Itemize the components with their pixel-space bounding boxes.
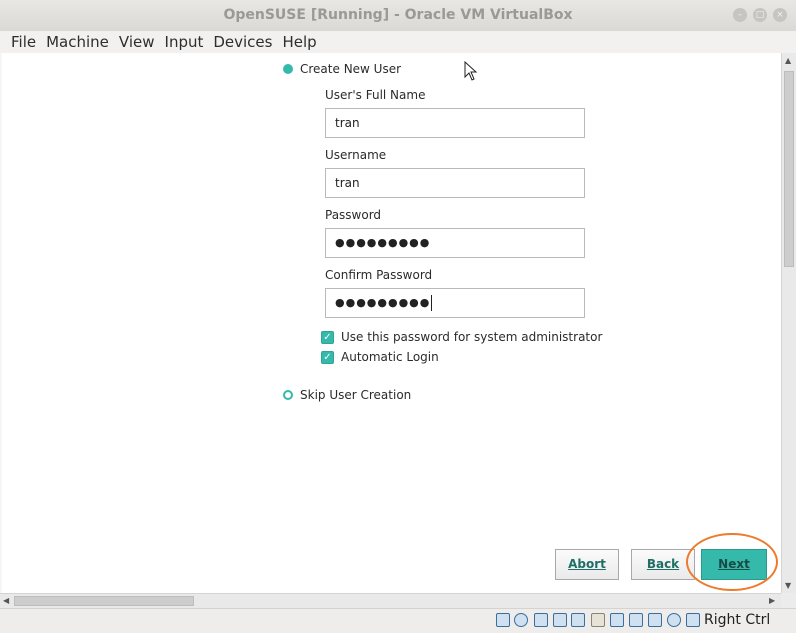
abort-button[interactable]: Abort xyxy=(555,549,619,580)
scroll-up-icon[interactable]: ▲ xyxy=(785,56,791,65)
display-icon[interactable] xyxy=(610,613,624,627)
maximize-icon[interactable]: □ xyxy=(753,8,767,22)
status-bar: Right Ctrl xyxy=(0,608,796,633)
menu-help[interactable]: Help xyxy=(277,31,321,53)
automatic-login-checkbox[interactable]: ✓ xyxy=(321,351,334,364)
cpu-icon[interactable] xyxy=(648,613,662,627)
vertical-scrollbar[interactable]: ▲ ▼ xyxy=(781,53,796,593)
mouse-integration-icon[interactable] xyxy=(667,613,681,627)
confirm-password-value: ●●●●●●●●● xyxy=(335,296,431,309)
network-icon[interactable] xyxy=(553,613,567,627)
optical-drive-icon[interactable] xyxy=(514,613,528,627)
create-user-radio[interactable] xyxy=(283,64,293,74)
back-button[interactable]: Back xyxy=(631,549,695,580)
video-capture-icon[interactable] xyxy=(629,613,643,627)
create-user-label: Create New User xyxy=(300,62,402,76)
text-caret xyxy=(431,295,433,311)
next-button[interactable]: Next xyxy=(701,549,767,580)
confirm-password-label: Confirm Password xyxy=(325,268,433,282)
minimize-icon[interactable]: – xyxy=(733,8,747,22)
window-titlebar: OpenSUSE [Running] - Oracle VM VirtualBo… xyxy=(0,0,796,32)
menu-view[interactable]: View xyxy=(114,31,160,53)
username-label: Username xyxy=(325,148,387,162)
menu-devices[interactable]: Devices xyxy=(208,31,277,53)
admin-password-label: Use this password for system administrat… xyxy=(341,330,603,344)
window-left-edge xyxy=(0,53,2,593)
shared-folders-icon[interactable] xyxy=(591,613,605,627)
scroll-right-icon[interactable]: ▶ xyxy=(769,596,775,605)
skip-user-label: Skip User Creation xyxy=(300,388,412,402)
audio-icon[interactable] xyxy=(534,613,548,627)
confirm-password-input[interactable]: ●●●●●●●●● xyxy=(325,288,585,318)
horizontal-scrollbar[interactable]: ◀ ▶ xyxy=(0,593,781,608)
password-label: Password xyxy=(325,208,382,222)
vertical-scroll-thumb[interactable] xyxy=(784,71,794,267)
full-name-label: User's Full Name xyxy=(325,88,426,102)
menu-machine[interactable]: Machine xyxy=(41,31,114,53)
skip-user-radio[interactable] xyxy=(283,390,293,400)
host-key-label: Right Ctrl xyxy=(704,612,771,628)
menu-bar: File Machine View Input Devices Help xyxy=(0,31,796,54)
usb-icon[interactable] xyxy=(571,613,585,627)
close-icon[interactable]: × xyxy=(773,8,787,22)
password-input[interactable]: ●●●●●●●●● xyxy=(325,228,585,258)
keyboard-capture-icon[interactable] xyxy=(686,613,700,627)
horizontal-scroll-thumb[interactable] xyxy=(14,596,194,606)
menu-file[interactable]: File xyxy=(0,31,41,53)
mouse-cursor-icon xyxy=(464,61,478,81)
scroll-down-icon[interactable]: ▼ xyxy=(785,581,791,590)
username-input[interactable]: tran xyxy=(325,168,585,198)
admin-password-checkbox[interactable]: ✓ xyxy=(321,331,334,344)
scroll-left-icon[interactable]: ◀ xyxy=(3,596,9,605)
hard-disk-icon[interactable] xyxy=(496,613,510,627)
full-name-input[interactable]: tran xyxy=(325,108,585,138)
menu-input[interactable]: Input xyxy=(160,31,209,53)
window-title: OpenSUSE [Running] - Oracle VM VirtualBo… xyxy=(223,7,573,23)
automatic-login-label: Automatic Login xyxy=(341,350,439,364)
